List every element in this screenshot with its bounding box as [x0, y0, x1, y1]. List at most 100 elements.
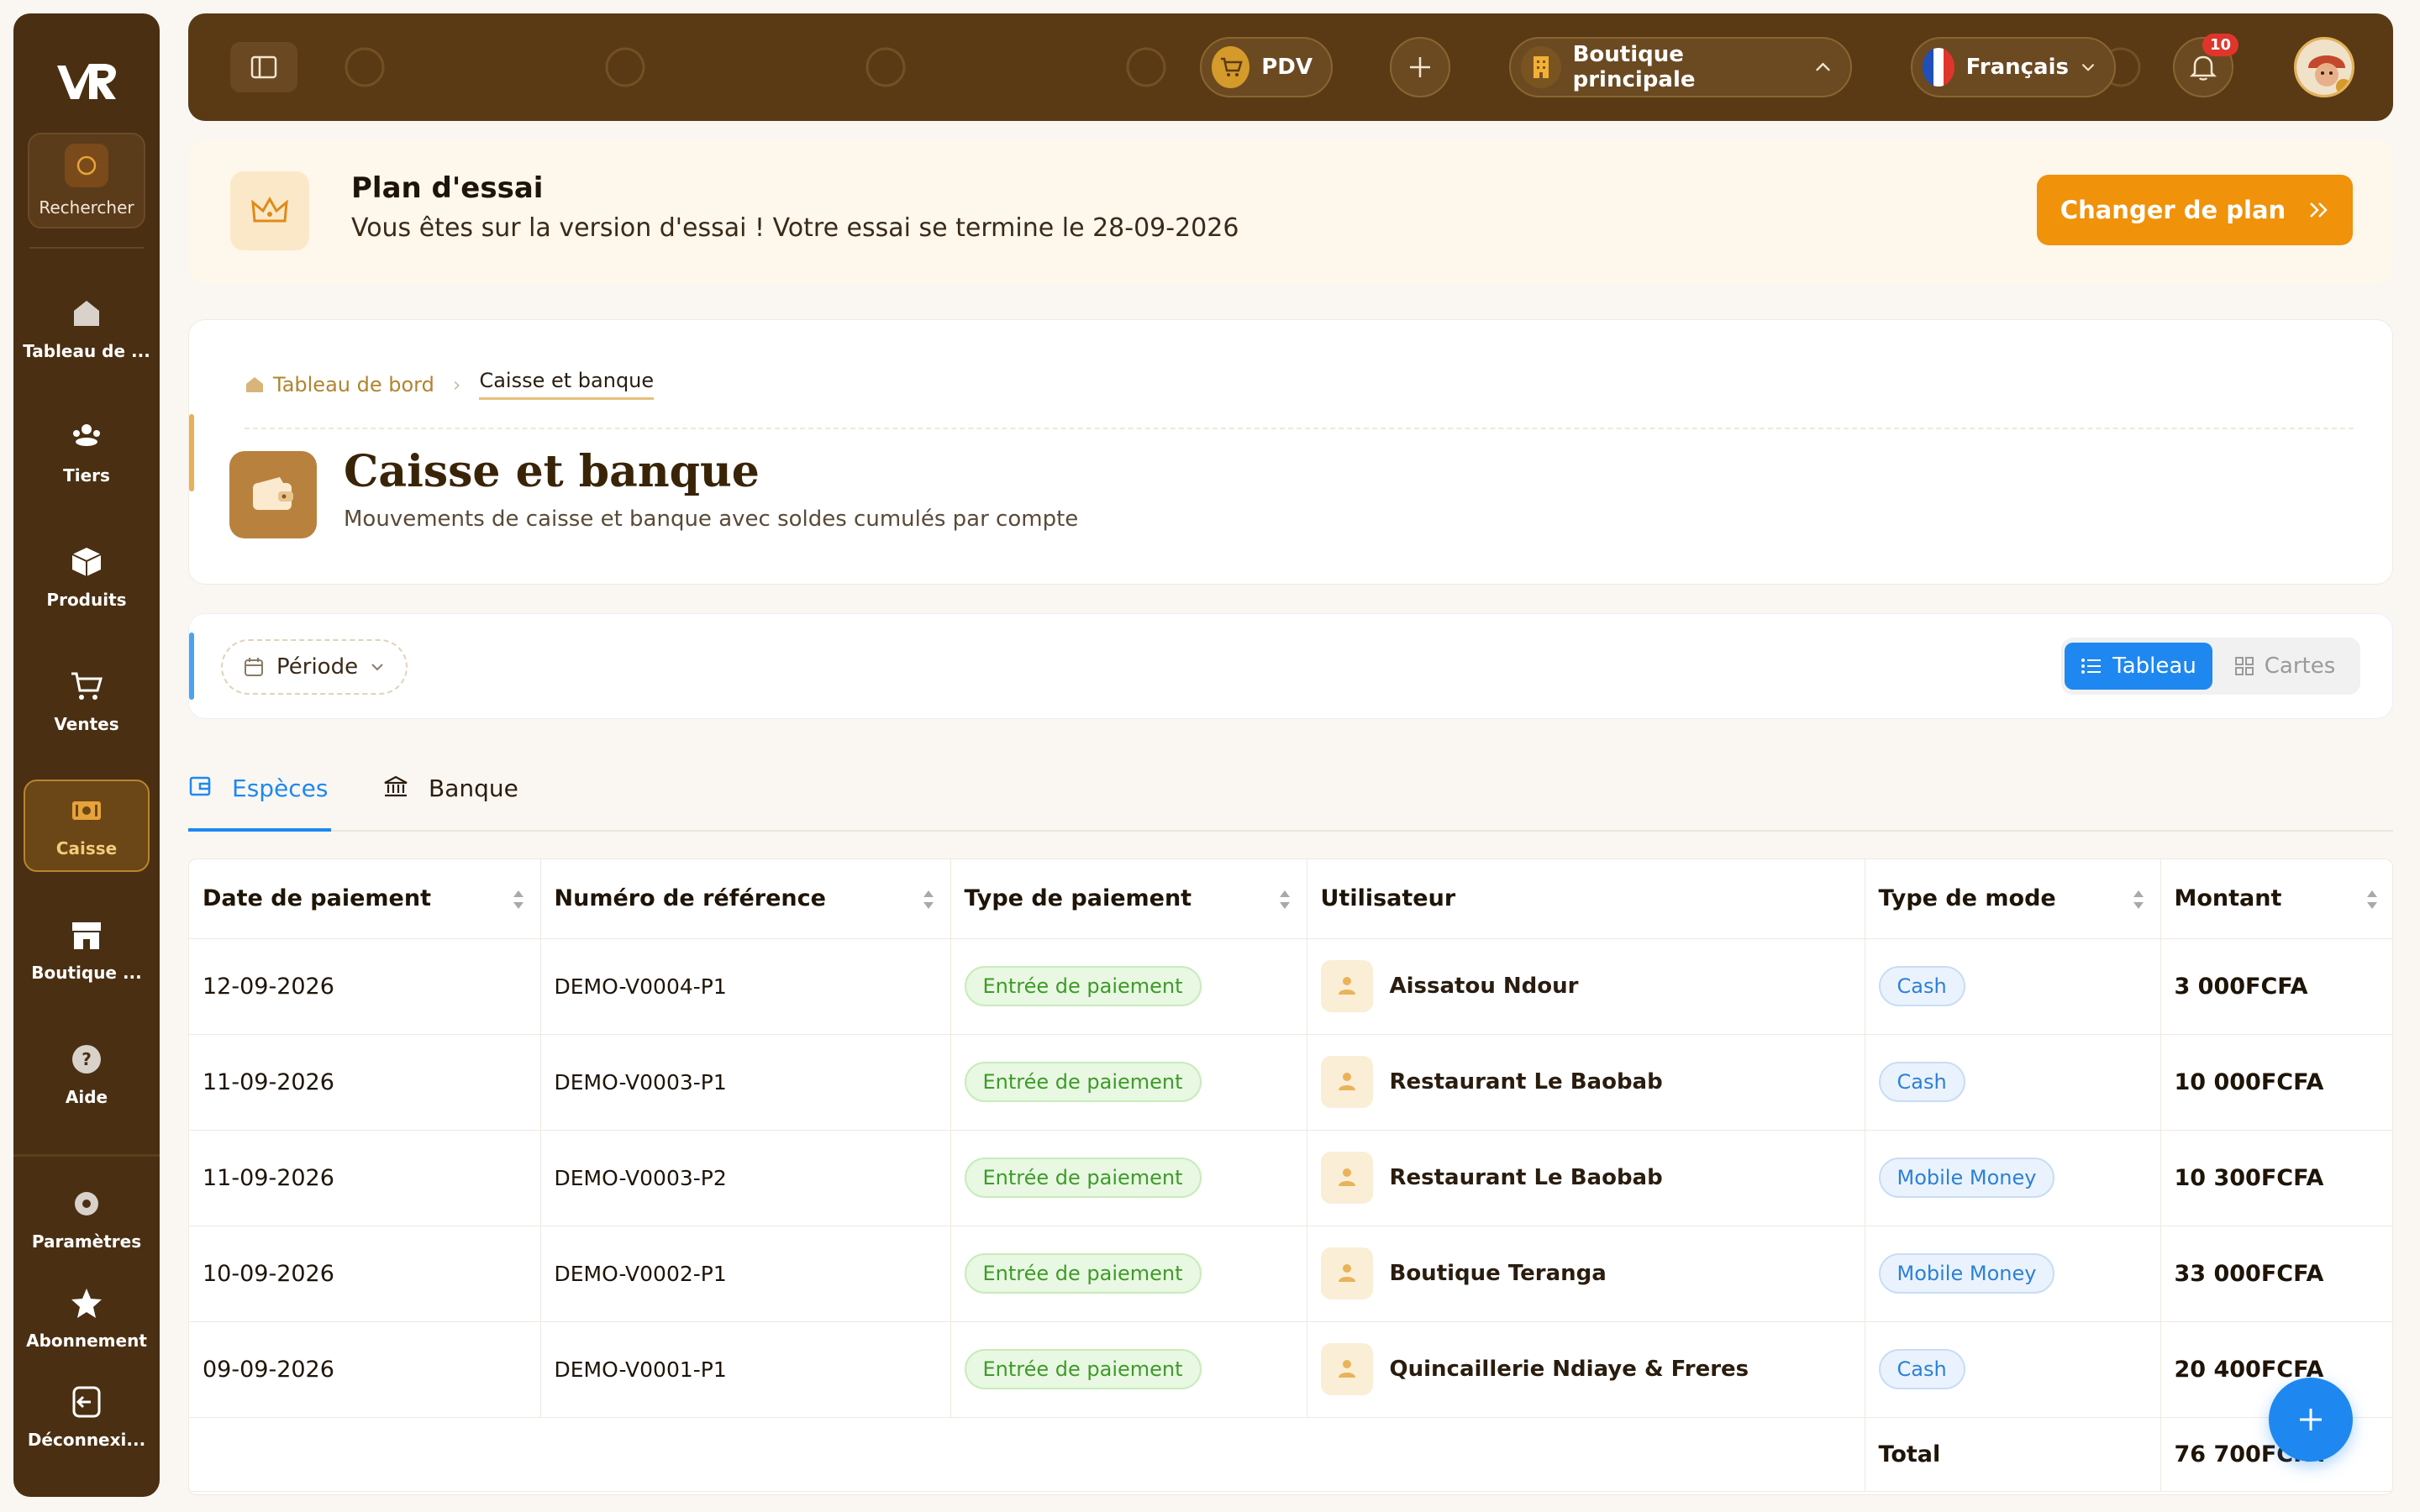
cell-mode: Mobile Money — [1865, 1130, 2161, 1226]
page-subtitle: Mouvements de caisse et banque avec sold… — [344, 507, 1079, 532]
toggle-sidebar-button[interactable] — [230, 42, 297, 92]
cell-mode: Mobile Money — [1865, 1226, 2161, 1322]
table-row[interactable]: 09-09-2026 DEMO-V0001-P1 Entrée de paiem… — [189, 1321, 2392, 1418]
payment-type-badge: Entrée de paiement — [964, 1062, 1202, 1102]
tab-especes[interactable]: Espèces — [188, 774, 331, 832]
app-logo[interactable] — [55, 44, 118, 121]
search-button[interactable]: Rechercher — [28, 133, 145, 228]
sidebar-item-store[interactable]: Boutique ... — [24, 904, 150, 996]
language-label: Français — [1965, 55, 2069, 80]
header-accent — [189, 414, 194, 491]
breadcrumb-chevron-icon: › — [452, 372, 461, 396]
mode-badge: Cash — [1878, 1349, 1965, 1389]
user-icon — [1320, 1343, 1373, 1395]
column-label: Type de paiement — [964, 885, 1192, 912]
pdv-button[interactable]: PDV — [1200, 37, 1333, 97]
user-icon — [1320, 1152, 1373, 1204]
sidebar-item-tiers[interactable]: Tiers — [24, 407, 150, 499]
sidebar-item-label: Caisse — [55, 838, 118, 858]
floating-add-button[interactable] — [2269, 1378, 2353, 1462]
home-icon — [246, 376, 263, 392]
tab-especes-label: Espèces — [232, 774, 329, 802]
cell-user: Restaurant Le Baobab — [1307, 1130, 1865, 1226]
chevron-up-icon — [1816, 62, 1831, 71]
table-row[interactable]: 12-09-2026 DEMO-V0004-P1 Entrée de paiem… — [189, 938, 2392, 1035]
user-name: Restaurant Le Baobab — [1389, 1069, 1663, 1095]
user-icon — [1320, 1056, 1373, 1108]
cell-date: 12-09-2026 — [189, 938, 541, 1035]
user-avatar[interactable] — [2294, 37, 2354, 97]
sidebar-item-subscription[interactable]: Abonnement — [24, 1276, 150, 1360]
payment-type-badge: Entrée de paiement — [964, 966, 1202, 1006]
double-chevron-right-icon — [2310, 202, 2328, 218]
pdv-label: PDV — [1261, 55, 1313, 80]
language-selector[interactable]: Français — [1911, 37, 2116, 97]
change-plan-button[interactable]: Changer de plan — [2037, 175, 2353, 245]
period-filter[interactable]: Période — [221, 639, 408, 695]
sort-icon — [513, 890, 523, 909]
logo-icon — [57, 64, 116, 99]
cell-user: Aissatou Ndour — [1307, 938, 1865, 1035]
store-label: Boutique principale — [1572, 42, 1696, 92]
help-icon: ? — [72, 1045, 101, 1074]
cell-mode: Cash — [1865, 938, 2161, 1035]
total-spacer — [540, 1417, 950, 1492]
table-view-button[interactable]: Tableau — [2065, 643, 2212, 690]
column-label: Montant — [2174, 885, 2282, 912]
column-header-date[interactable]: Date de paiement — [189, 859, 541, 939]
cell-payment-type: Entrée de paiement — [950, 938, 1307, 1035]
notifications-button[interactable]: 10 — [2173, 34, 2238, 97]
sidebar-item-label: Tiers — [63, 465, 110, 486]
table-row[interactable]: 11-09-2026 DEMO-V0003-P2 Entrée de paiem… — [189, 1130, 2392, 1226]
wallet-icon — [229, 451, 317, 538]
header-divider — [245, 428, 2354, 429]
sidebar-item-help[interactable]: ? Aide — [24, 1028, 150, 1121]
column-header-mode[interactable]: Type de mode — [1865, 859, 2161, 939]
column-header-reference[interactable]: Numéro de référence — [540, 859, 951, 939]
breadcrumb-current: Caisse et banque — [479, 369, 655, 400]
cash-icon — [72, 801, 101, 820]
cell-date: 10-09-2026 — [189, 1226, 541, 1322]
users-icon — [73, 424, 100, 446]
sidebar-item-label: Boutique ... — [31, 963, 142, 983]
sidebar-item-label: Abonnement — [26, 1331, 147, 1351]
bell-icon — [2190, 55, 2217, 81]
cell-reference: DEMO-V0002-P1 — [540, 1226, 951, 1322]
page-header-card: Tableau de bord › Caisse et banque Caiss… — [188, 319, 2393, 585]
sidebar-item-settings[interactable]: Paramètres — [24, 1177, 150, 1261]
sidebar-item-label: Paramètres — [31, 1231, 142, 1252]
total-row: Total 76 700FCFA — [189, 1417, 2392, 1492]
wallet-icon — [189, 776, 211, 796]
table-row[interactable]: 10-09-2026 DEMO-V0002-P1 Entrée de paiem… — [189, 1226, 2392, 1322]
payments-table: Date de paiement Numéro de référence Typ… — [188, 858, 2393, 1495]
france-flag-icon — [1923, 48, 1954, 87]
sidebar-item-label: Produits — [46, 590, 127, 610]
store-selector[interactable]: Boutique principale — [1509, 37, 1852, 97]
filter-accent — [189, 633, 194, 700]
cell-payment-type: Entrée de paiement — [950, 1034, 1307, 1131]
table-row[interactable]: 11-09-2026 DEMO-V0003-P1 Entrée de paiem… — [189, 1034, 2392, 1131]
cell-reference: DEMO-V0003-P1 — [540, 1034, 951, 1131]
total-spacer — [1307, 1417, 1865, 1492]
store-icon — [72, 922, 101, 949]
breadcrumb-home[interactable]: Tableau de bord — [245, 373, 434, 396]
crown-icon — [230, 171, 309, 250]
payment-type-badge: Entrée de paiement — [964, 1253, 1202, 1294]
payment-type-badge: Entrée de paiement — [964, 1158, 1202, 1198]
sidebar-item-sales[interactable]: Ventes — [24, 655, 150, 748]
column-header-amount[interactable]: Montant — [2160, 859, 2392, 939]
sidebar-item-dashboard[interactable]: Tableau de ... — [23, 282, 150, 375]
sidebar-toggle-icon — [250, 55, 277, 79]
total-spacer — [950, 1417, 1307, 1492]
column-header-payment-type[interactable]: Type de paiement — [950, 859, 1307, 939]
sidebar-item-logout[interactable]: Déconnexi... — [24, 1375, 150, 1459]
tab-banque[interactable]: Banque — [383, 774, 518, 832]
add-button[interactable] — [1390, 37, 1450, 97]
column-label: Numéro de référence — [554, 885, 826, 912]
cards-view-button[interactable]: Cartes — [2212, 643, 2357, 690]
sidebar-item-products[interactable]: Produits — [24, 531, 150, 623]
cell-date: 11-09-2026 — [189, 1130, 541, 1226]
sidebar-item-cash[interactable]: Caisse — [24, 780, 150, 872]
sidebar-nav: Tableau de ... Tiers Produits Ventes Cai… — [13, 249, 160, 1121]
plus-icon — [1410, 57, 1430, 77]
